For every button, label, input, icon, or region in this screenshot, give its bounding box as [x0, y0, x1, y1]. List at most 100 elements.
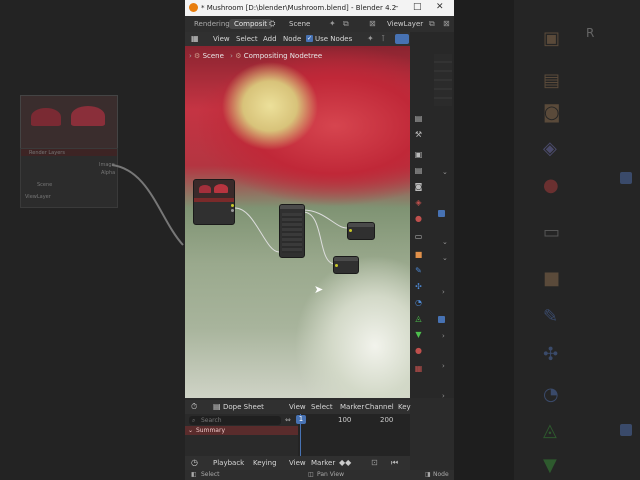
menu-key[interactable]: Key	[398, 403, 411, 411]
scene-selector[interactable]: Scene	[289, 20, 310, 28]
material-icon[interactable]: ●	[414, 346, 423, 355]
chevron-right-icon[interactable]: ›	[442, 392, 445, 400]
background-checkbox	[620, 424, 632, 436]
property-checkbox[interactable]	[438, 316, 445, 323]
playhead[interactable]: 1	[296, 414, 306, 456]
background-desktop-right: ▣ R ▤ ◙ ◈ ● ▭ ■ ✎ ✣ ◔ ◬ ▼	[454, 0, 640, 480]
record-icon[interactable]: ⊡	[371, 458, 378, 467]
alpha-output-socket[interactable]	[231, 209, 234, 212]
menu-view[interactable]: View	[213, 35, 230, 43]
chevron-right-icon[interactable]: ›	[442, 288, 445, 296]
particles-icon[interactable]: ✣	[414, 282, 423, 291]
view-layer-selector[interactable]: ViewLayer	[387, 20, 423, 28]
frame-tick-100: 100	[338, 416, 352, 424]
image-output-socket[interactable]	[231, 204, 234, 207]
dope-sheet-timeline[interactable]: 1 100 200	[296, 414, 410, 456]
camera-icon: ◙	[543, 102, 561, 123]
image-input-socket[interactable]	[335, 264, 338, 267]
physics-icon: ◔	[543, 384, 559, 405]
pin-icon[interactable]: ✦	[367, 34, 374, 43]
jump-start-icon[interactable]: ⏮	[391, 458, 398, 468]
view-layer-icon[interactable]: ◙	[414, 182, 423, 191]
new-scene-icon[interactable]: ⧉	[343, 19, 349, 29]
chevron-right-icon[interactable]: ›	[442, 332, 445, 340]
background-node-preview	[20, 95, 118, 149]
render-icon[interactable]: ▣	[414, 150, 423, 159]
close-button[interactable]: ✕	[436, 2, 444, 12]
snap-icon[interactable]: ⊺	[381, 34, 385, 43]
view-layer-copy-icon[interactable]: ⧉	[429, 19, 435, 29]
chevron-down-icon[interactable]: ⌄	[442, 168, 448, 176]
chevron-down-icon[interactable]: ⌄	[442, 254, 448, 262]
menu-keying[interactable]: Keying	[253, 459, 277, 467]
use-nodes-checkbox[interactable]: ✓	[306, 35, 313, 42]
render-layers-node[interactable]	[193, 179, 235, 225]
outliner-visibility-column[interactable]	[434, 54, 452, 106]
chevron-down-icon[interactable]: ⌄	[442, 238, 448, 246]
tab-rendering[interactable]: Rendering	[189, 19, 235, 29]
menu-select[interactable]: Select	[236, 35, 258, 43]
view-layer-delete-icon[interactable]: ⊠	[443, 19, 450, 28]
data-icon[interactable]: ▼	[414, 330, 423, 339]
collection-icon[interactable]: ▭	[414, 232, 423, 241]
background-node-link	[111, 164, 184, 246]
chevron-right-icon[interactable]: ›	[442, 362, 445, 370]
sync-icon[interactable]: ⇔	[285, 416, 291, 424]
status-pan-view: Pan View	[317, 471, 344, 478]
properties-panel: ▤ ⚒ ▣ ▤ ◙ ◈ ● ▭ ■ ✎ ✣ ◔ ◬ ▼ ● ▦ ⌄ ⌄ ⌄ › …	[410, 32, 454, 400]
editor-type-icon[interactable]: ⏱	[191, 402, 197, 412]
maximize-button[interactable]: □	[413, 2, 422, 12]
menu-view[interactable]: View	[289, 403, 306, 411]
menu-playback[interactable]: Playback	[213, 459, 244, 467]
output-icon[interactable]: ▤	[414, 166, 423, 175]
menu-channel[interactable]: Channel	[365, 403, 394, 411]
background-scene-value: Scene	[37, 182, 53, 188]
object-icon[interactable]: ■	[414, 250, 423, 259]
scene-props-icon[interactable]: ◈	[414, 198, 423, 207]
constraint-icon: ◬	[543, 420, 557, 441]
mouse-right-icon: ◨	[425, 471, 431, 478]
modifier-icon[interactable]: ✎	[414, 266, 423, 275]
property-checkbox[interactable]	[438, 210, 445, 217]
menu-select[interactable]: Select	[311, 403, 333, 411]
search-placeholder: Search	[201, 417, 222, 424]
menu-node[interactable]: Node	[283, 35, 301, 43]
physics-icon[interactable]: ◔	[414, 298, 423, 307]
node-header	[194, 198, 234, 202]
tool-icon[interactable]: ⚒	[414, 130, 423, 139]
background-checkbox	[620, 172, 632, 184]
menu-marker[interactable]: Marker	[311, 459, 335, 467]
tab-compositing[interactable]: Composit	[229, 19, 273, 29]
editor-type-icon[interactable]: ▤	[414, 114, 423, 123]
render-preview	[194, 180, 234, 198]
world-icon[interactable]: ●	[414, 214, 423, 223]
backdrop-toggle-button[interactable]	[395, 34, 409, 44]
menu-add[interactable]: Add	[263, 35, 277, 43]
objects-icon: ◈	[543, 138, 557, 159]
viewer-node[interactable]	[333, 256, 359, 274]
minimize-button[interactable]: –	[394, 2, 399, 12]
menu-marker[interactable]: Marker	[340, 403, 364, 411]
composite-node[interactable]	[347, 222, 375, 240]
summary-channel[interactable]: ⌄ Summary	[185, 426, 298, 435]
pin-icon[interactable]: ✦	[329, 19, 336, 28]
editor-type-icon[interactable]: ◷	[191, 458, 198, 467]
constraint-icon[interactable]: ◬	[414, 314, 423, 323]
texture-icon[interactable]: ▦	[414, 364, 423, 373]
menu-view[interactable]: View	[289, 459, 306, 467]
delete-scene-icon[interactable]: ⊠	[369, 19, 376, 28]
image-input-socket[interactable]	[349, 229, 352, 232]
color-node[interactable]	[279, 204, 305, 258]
mouse-middle-icon: ◫	[308, 471, 314, 478]
scene-icon[interactable]: ⛭	[269, 19, 275, 29]
mushroom-thumbnail-icon	[71, 106, 105, 126]
background-desktop-left: Render Layers Image Alpha Scene ViewLaye…	[0, 0, 185, 480]
chevron-down-icon[interactable]: ⌄	[188, 427, 193, 434]
search-input[interactable]: ⌕ Search	[189, 416, 281, 425]
dope-sheet-mode-selector[interactable]: Dope Sheet	[223, 403, 264, 411]
current-frame-badge[interactable]: 1	[296, 415, 306, 424]
editor-type-icon[interactable]: ▦	[191, 34, 199, 43]
compositor-viewport[interactable]: › ⚙ Scene › ⚙ Compositing Nodetree ➤	[185, 46, 410, 398]
mode-icon: ▤	[213, 402, 221, 411]
keyframe-controls-icon[interactable]: ◆◆	[339, 458, 351, 467]
